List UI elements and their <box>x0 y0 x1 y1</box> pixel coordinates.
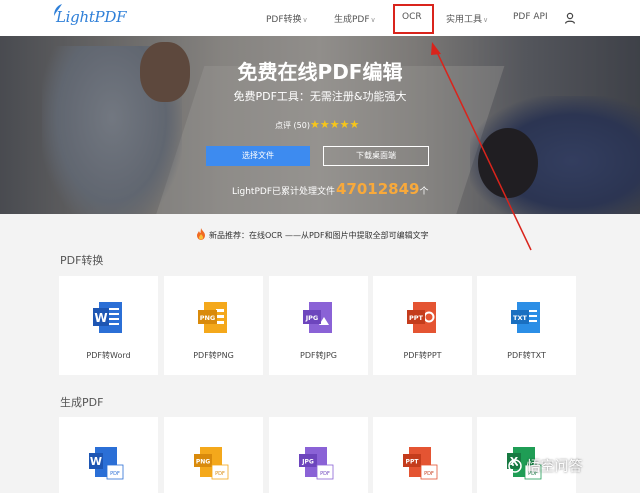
nav-utilities[interactable]: 实用工具∨ <box>446 12 488 25</box>
jpg-file-icon: JPG <box>303 302 332 333</box>
tool-label: PDF转PNG <box>193 351 234 360</box>
svg-text:PDF: PDF <box>424 471 434 477</box>
processed-prefix: LightPDF已累计处理文件 <box>232 187 335 197</box>
svg-text:TXT: TXT <box>513 314 527 322</box>
fire-icon <box>197 228 205 240</box>
svg-text:PPT: PPT <box>409 314 424 322</box>
hero-subtitle: 免费PDF工具：无需注册&功能强大 <box>233 90 407 103</box>
processed-count: 47012849 <box>336 180 420 198</box>
tool-card-jpg-to-pdf[interactable]: JPG PDF <box>269 417 368 493</box>
chevron-down-icon: ∨ <box>302 16 308 24</box>
announcement-text: 新品推荐：在线OCR ——从PDF和图片中提取全部可编辑文字 <box>209 231 429 240</box>
jpg-to-pdf-icon: JPG PDF <box>299 447 334 480</box>
ocr-highlight-box <box>393 4 434 34</box>
announcement-link[interactable]: 新品推荐：在线OCR ——从PDF和图片中提取全部可编辑文字 <box>196 228 429 241</box>
tool-card-pdf-to-word[interactable]: W PDF转Word <box>59 276 158 375</box>
tool-label: PDF转JPG <box>300 351 337 360</box>
download-desktop-button[interactable]: 下载桌面端 <box>323 146 429 166</box>
ppt-to-pdf-icon: PPT PDF <box>403 447 438 480</box>
tool-card-word-to-pdf[interactable]: W PDF <box>59 417 158 493</box>
user-icon[interactable] <box>564 12 576 24</box>
tool-card-pdf-to-jpg[interactable]: JPG PDF转JPG <box>269 276 368 375</box>
tool-card-pdf-to-png[interactable]: PNG PDF转PNG <box>164 276 263 375</box>
tool-card-ppt-to-pdf[interactable]: PPT PDF <box>373 417 472 493</box>
watermark: 悟空问答 <box>508 456 582 476</box>
nav-create-pdf[interactable]: 生成PDF∨ <box>334 12 376 25</box>
svg-text:PNG: PNG <box>200 314 216 322</box>
tool-card-pdf-to-txt[interactable]: TXT PDF转TXT <box>477 276 576 375</box>
tool-card-pdf-to-ppt[interactable]: PPT PDF转PPT <box>373 276 472 375</box>
tool-card-png-to-pdf[interactable]: PNG PDF <box>164 417 263 493</box>
nav-create-pdf-label: 生成PDF <box>334 15 370 25</box>
svg-text:W: W <box>90 455 102 468</box>
processed-count-line: LightPDF已累计处理文件47012849个 <box>232 180 429 198</box>
rating-text[interactable]: 点评 (50) <box>275 120 310 131</box>
svg-text:JPG: JPG <box>305 314 319 322</box>
watermark-logo-icon <box>508 459 522 473</box>
top-navbar: LightPDF PDF转换∨ 生成PDF∨ OCR 实用工具∨ PDF API <box>0 0 640 36</box>
logo[interactable]: LightPDF <box>56 8 126 26</box>
svg-text:W: W <box>94 311 107 325</box>
nav-pdf-convert-label: PDF转换 <box>266 15 302 25</box>
svg-text:PNG: PNG <box>196 459 210 466</box>
nav-pdf-api[interactable]: PDF API <box>513 12 548 22</box>
nav-pdf-api-label: PDF API <box>513 12 548 22</box>
svg-text:PDF: PDF <box>320 471 330 477</box>
rating-stars: ★★★★★ <box>310 118 360 131</box>
word-to-pdf-icon: W PDF <box>89 447 124 480</box>
chevron-down-icon: ∨ <box>370 16 376 24</box>
watermark-text: 悟空问答 <box>526 459 583 475</box>
svg-text:PDF: PDF <box>110 471 120 477</box>
txt-file-icon: TXT <box>511 302 540 333</box>
nav-pdf-convert[interactable]: PDF转换∨ <box>266 12 308 25</box>
tool-label: PDF转PPT <box>403 351 442 360</box>
select-file-button[interactable]: 选择文件 <box>206 146 310 166</box>
png-file-icon: PNG <box>198 302 227 333</box>
tool-label: PDF转Word <box>86 351 131 360</box>
svg-text:PDF: PDF <box>215 471 225 477</box>
png-to-pdf-icon: PNG PDF <box>194 447 229 480</box>
chevron-down-icon: ∨ <box>483 16 489 24</box>
section-title-pdf-convert: PDF转换 <box>60 254 104 267</box>
nav-utilities-label: 实用工具 <box>446 15 483 25</box>
ppt-file-icon: PPT <box>407 302 436 333</box>
word-file-icon: W <box>93 302 122 333</box>
tool-card-excel-to-pdf[interactable]: X PDF <box>477 417 576 493</box>
tool-label: PDF转TXT <box>507 351 546 360</box>
svg-text:JPG: JPG <box>301 459 314 466</box>
section-title-create-pdf: 生成PDF <box>60 396 104 409</box>
svg-text:PPT: PPT <box>406 459 420 466</box>
hero-title: 免费在线PDF编辑 <box>237 60 403 84</box>
processed-suffix: 个 <box>419 187 429 197</box>
hero-banner: 免费在线PDF编辑 免费PDF工具：无需注册&功能强大 点评 (50) ★★★★… <box>0 36 640 214</box>
